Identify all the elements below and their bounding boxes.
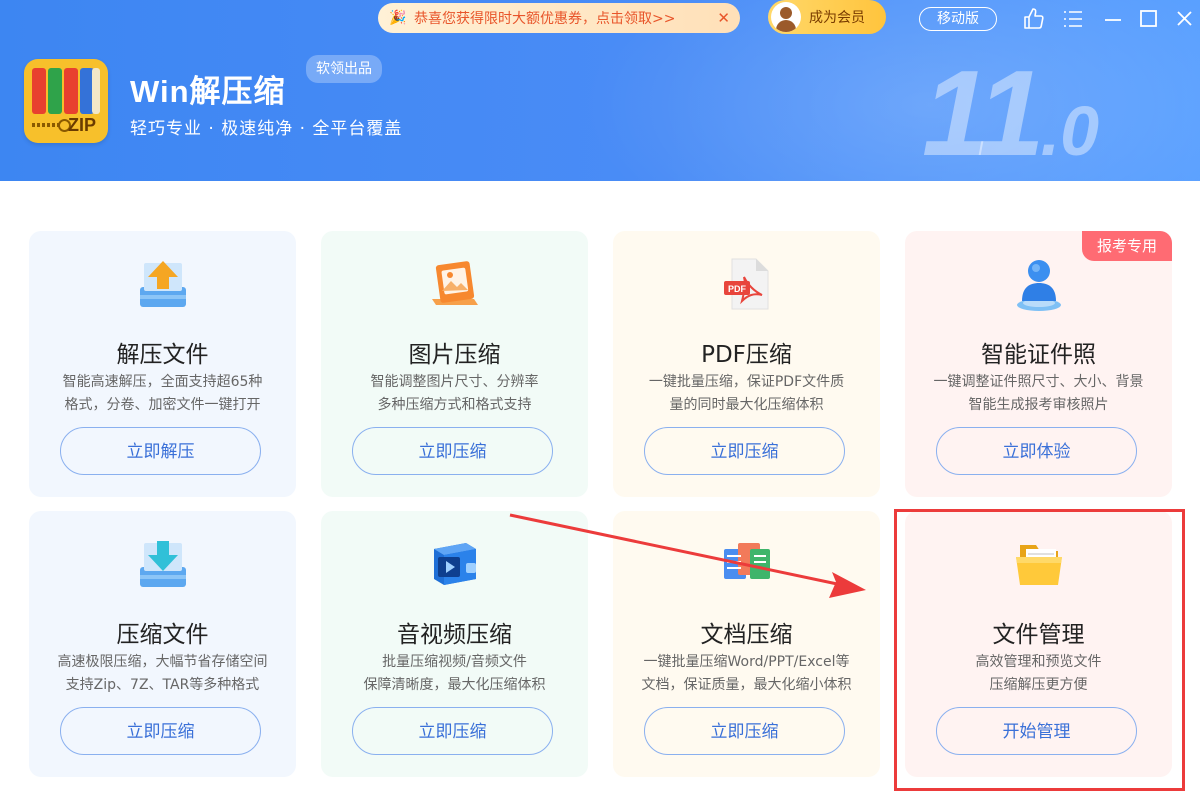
card-image-compress[interactable]: 图片压缩 智能调整图片尺寸、分辨率 多种压缩方式和格式支持 立即压缩 [321,231,588,497]
card-doc-compress[interactable]: 文档压缩 一键批量压缩Word/PPT/Excel等 文档，保证质量，最大化缩小体… [613,511,880,777]
card-title: 音视频压缩 [397,622,512,648]
card-title: 图片压缩 [408,342,501,368]
menu-icon[interactable] [1060,6,1086,32]
pdf-label: PDF [728,284,747,294]
image-icon [426,255,484,313]
card-description: 一键批量压缩Word/PPT/Excel等 文档，保证质量，最大化缩小体积 [641,654,852,693]
app-title: Win解压缩 [130,74,286,109]
extract-icon [134,255,192,313]
app-logo: ZIP [24,59,108,143]
party-popper-icon: 🎉 [389,10,407,26]
video-icon [426,535,484,593]
card-description: 一键调整证件照尺寸、大小、背景 智能生成报考审核照片 [933,374,1144,413]
promo-banner[interactable]: 🎉 恭喜您获得限时大额优惠券，点击领取>> ✕ [378,3,740,33]
version-minor: .0 [1040,92,1100,170]
card-id-photo[interactable]: 报考专用 智能证件照 一键调整证件照尺寸、大小、背景 智能生成报考审核照片 立即体… [905,231,1172,497]
publisher-badge: 软领出品 [306,55,382,83]
card-title: 解压文件 [116,342,209,368]
card-av-compress[interactable]: 音视频压缩 批量压缩视频/音频文件 保障清晰度，最大化压缩体积 立即压缩 [321,511,588,777]
app-slogan: 轻巧专业 · 极速纯净 · 全平台覆盖 [130,119,403,139]
extract-now-button[interactable]: 立即解压 [60,427,261,475]
minimize-icon[interactable] [1100,6,1126,32]
compress-doc-button[interactable]: 立即压缩 [644,707,845,755]
try-now-button[interactable]: 立即体验 [936,427,1137,475]
card-title: 智能证件照 [981,342,1096,368]
promo-close-icon[interactable]: ✕ [717,9,730,27]
member-label: 成为会员 [809,10,865,26]
card-compress-files[interactable]: 压缩文件 高速极限压缩，大幅节省存储空间 支持Zip、7Z、TAR等多种格式 立即… [29,511,296,777]
version-number: 11.0 [922,52,1099,174]
exam-tag: 报考专用 [1082,231,1172,261]
card-description: 批量压缩视频/音频文件 保障清晰度，最大化压缩体积 [363,654,546,693]
avatar [771,2,801,32]
thumbs-up-icon[interactable] [1020,6,1046,32]
logo-zip-text: ZIP [68,115,97,135]
card-description: 一键批量压缩，保证PDF文件质 量的同时最大化压缩体积 [648,374,845,413]
card-extract-files[interactable]: 解压文件 智能高速解压，全面支持超65种 格式，分卷、加密文件一键打开 立即解压 [29,231,296,497]
mobile-version-button[interactable]: 移动版 [919,7,997,31]
compress-image-button[interactable]: 立即压缩 [352,427,553,475]
compress-pdf-button[interactable]: 立即压缩 [644,427,845,475]
close-icon[interactable] [1172,6,1198,32]
card-title: 文档压缩 [700,622,793,648]
card-pdf-compress[interactable]: PDF PDF压缩 一键批量压缩，保证PDF文件质 量的同时最大化压缩体积 立即压… [613,231,880,497]
version-major: 11 [922,45,1045,181]
compress-files-button[interactable]: 立即压缩 [60,707,261,755]
card-title: 压缩文件 [116,622,209,648]
document-icon [718,535,776,593]
compress-icon [134,535,192,593]
card-description: 智能调整图片尺寸、分辨率 多种压缩方式和格式支持 [370,374,539,413]
promo-text[interactable]: 恭喜您获得限时大额优惠券，点击领取>> [414,8,711,28]
id-photo-icon [1010,255,1068,313]
card-title: PDF压缩 [701,342,792,368]
pdf-icon: PDF [718,255,776,313]
become-member-button[interactable]: 成为会员 [768,0,886,34]
maximize-icon[interactable] [1136,6,1162,32]
highlight-box [894,509,1185,791]
card-description: 智能高速解压，全面支持超65种 格式，分卷、加密文件一键打开 [62,374,263,413]
app-header: ZIP Win解压缩 软领出品 轻巧专业 · 极速纯净 · 全平台覆盖 11.0… [0,0,1200,181]
card-description: 高速极限压缩，大幅节省存储空间 支持Zip、7Z、TAR等多种格式 [57,654,268,693]
compress-av-button[interactable]: 立即压缩 [352,707,553,755]
